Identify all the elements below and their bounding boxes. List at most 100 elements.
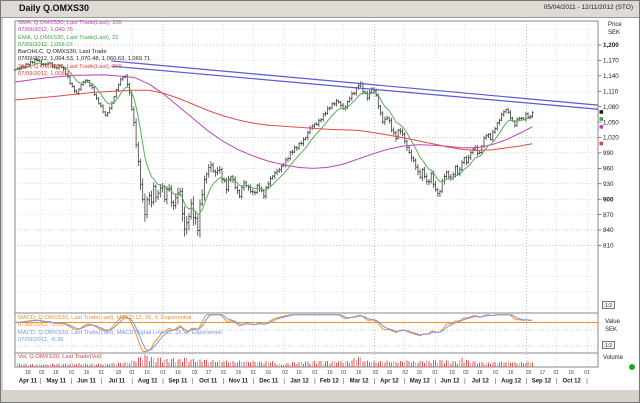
month-label: Dec 11: [259, 379, 279, 385]
month-separator: |: [101, 379, 103, 385]
month-label: Jul 12: [472, 379, 490, 385]
month-label: Jan 12: [290, 379, 309, 385]
macd-axis-title: Value: [605, 319, 620, 325]
price-tick-label: 1,200: [603, 42, 619, 49]
day-tick-label: 16: [265, 370, 271, 376]
volume-axis-title: Volume: [603, 355, 623, 361]
month-label: Feb 12: [320, 379, 340, 385]
month-label: Mar 12: [350, 379, 370, 385]
price-tick-label: 990: [603, 150, 614, 157]
day-tick-label: 01: [251, 370, 257, 376]
price-tick-label: 810: [603, 243, 614, 250]
day-tick-label: 16: [387, 370, 393, 376]
price-tick-label: 930: [603, 181, 614, 188]
month-label: Oct 12: [563, 379, 582, 385]
day-tick-label: 16: [327, 370, 333, 376]
day-tick-label: 16: [568, 370, 574, 376]
day-tick-label: 16: [356, 370, 362, 376]
sma100-line: [15, 75, 532, 169]
ema21-line: [15, 63, 532, 215]
day-tick-label: 16: [416, 370, 422, 376]
axis-series-marker: [600, 142, 604, 146]
day-tick-label: 16: [84, 370, 90, 376]
day-tick-label: 01: [99, 370, 105, 376]
month-label: Nov 11: [229, 379, 249, 385]
day-tick-label: 18: [116, 370, 122, 376]
month-label: Jun 12: [441, 379, 461, 385]
price-tick-label: 1,050: [603, 119, 619, 126]
day-tick-label: 01: [341, 370, 347, 376]
month-label: Jun 11: [77, 379, 96, 385]
day-tick-label: 01: [221, 370, 227, 376]
day-tick-label: 02: [403, 370, 409, 376]
month-separator: |: [556, 379, 558, 385]
price-tick-label: 900: [603, 196, 614, 203]
day-tick-label: 02: [373, 370, 379, 376]
axis-series-marker: [600, 125, 604, 129]
day-tick-label: 02: [463, 370, 469, 376]
month-separator: |: [495, 379, 497, 385]
trendline-1[interactable]: [111, 61, 598, 105]
month-separator: |: [192, 379, 194, 385]
month-label: Aug 11: [138, 379, 158, 385]
trendline-2[interactable]: [111, 66, 598, 109]
month-separator: |: [464, 379, 466, 385]
month-separator: |: [253, 379, 255, 385]
day-tick-label: 16: [508, 370, 514, 376]
day-tick-label: 17: [206, 370, 212, 376]
day-tick-label: 18: [25, 370, 31, 376]
month-label: Apr 11: [19, 379, 38, 385]
chart-title: Daily Q.OMXS30: [19, 3, 89, 13]
price-scale-button[interactable]: 1:2: [602, 301, 615, 309]
price-tick-label: 1,080: [603, 104, 619, 111]
day-tick-label: 16: [144, 370, 150, 376]
day-tick-label: 01: [493, 370, 499, 376]
month-separator: |: [131, 379, 133, 385]
volume-bars: [15, 355, 532, 367]
day-tick-label: 16: [53, 370, 59, 376]
day-tick-label: 01: [584, 370, 590, 376]
macd-signal-line: [15, 315, 532, 350]
month-label: Apr 12: [380, 379, 399, 385]
price-tick-label: 840: [603, 227, 614, 234]
month-label: May 12: [410, 379, 431, 385]
month-label: May 11: [46, 379, 66, 385]
price-tick-label: 1,110: [603, 88, 619, 95]
price-tick-label: 1,140: [603, 73, 619, 80]
date-range-label: 05/04/2011 - 12/11/2012 (STO): [544, 4, 633, 11]
day-tick-label: 18: [449, 370, 455, 376]
price-axis-title: Price: [608, 22, 622, 28]
month-separator: |: [526, 379, 528, 385]
month-separator: |: [586, 379, 588, 385]
day-tick-label: 01: [554, 370, 560, 376]
month-separator: |: [40, 379, 42, 385]
day-tick-label: 02: [39, 370, 45, 376]
chart-content-area: 1,200 1,170 1,140 1,110 1,080 1,050 1,020 990 96…: [3, 18, 639, 390]
month-separator: |: [404, 379, 406, 385]
price-chart-svg[interactable]: 1,200 1,170 1,140 1,110 1,080 1,050 1,020 990 96…: [3, 18, 639, 390]
axis-series-marker: [600, 117, 604, 121]
day-tick-label: 03: [192, 370, 198, 376]
price-tick-label: 1,020: [603, 135, 619, 142]
macd-scale-button[interactable]: 1:2: [602, 341, 615, 349]
month-separator: |: [283, 379, 285, 385]
month-separator: |: [314, 379, 316, 385]
month-label: Aug 12: [501, 379, 522, 385]
day-tick-label: 01: [69, 370, 75, 376]
day-tick-label: 16: [175, 370, 181, 376]
time-axis: 18 02 16 01 16 01 18 01 16 01 16 03 17 01 16 01 16 02 16 01…: [19, 370, 590, 385]
day-tick-label: 17: [540, 370, 546, 376]
macd-axis-unit: SEK: [605, 327, 617, 333]
day-tick-label: 16: [477, 370, 483, 376]
title-bar: Daily Q.OMXS30 05/04/2011 - 12/11/2012 (…: [1, 1, 639, 18]
status-dot: [629, 364, 635, 370]
sma200-line: [15, 90, 532, 150]
month-label: Sep 12: [532, 379, 552, 385]
day-tick-label: 01: [129, 370, 135, 376]
day-tick-label: 16: [236, 370, 242, 376]
month-separator: |: [434, 379, 436, 385]
price-tick-label: 960: [603, 166, 614, 173]
price-tick-label: 1,170: [603, 58, 619, 65]
month-label: Oct 11: [199, 379, 218, 385]
price-axis-unit: SEK: [608, 30, 620, 36]
